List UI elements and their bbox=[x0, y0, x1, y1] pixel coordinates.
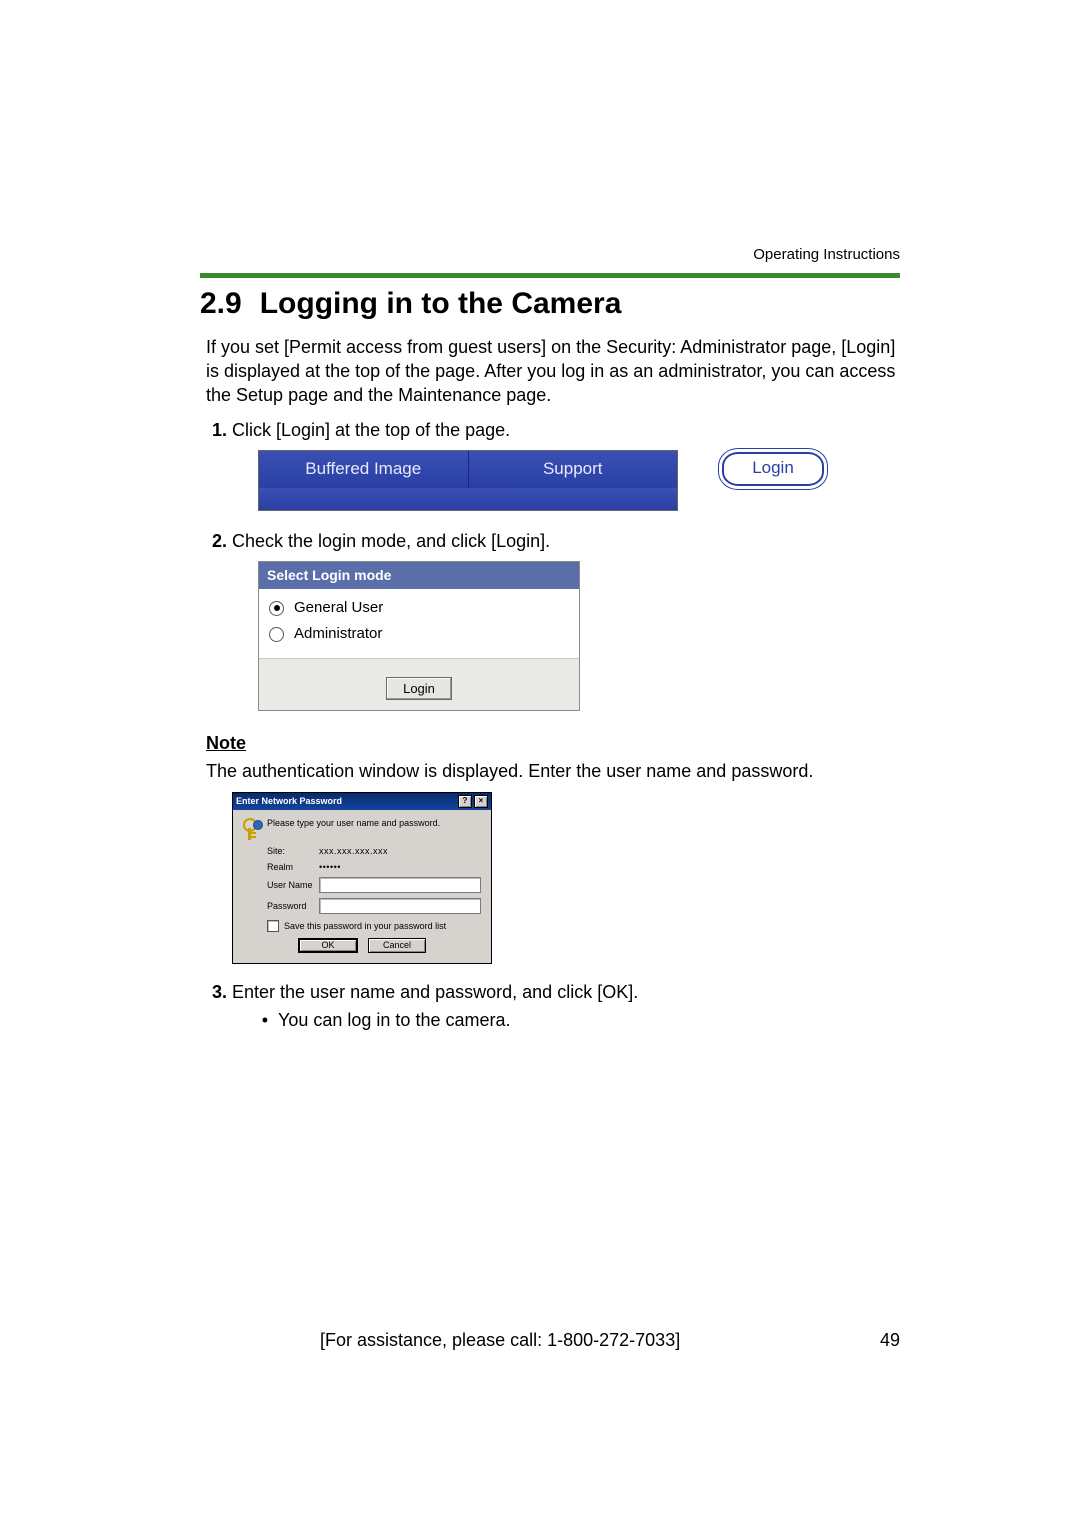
footer-assistance: [For assistance, please call: 1-800-272-… bbox=[320, 1328, 680, 1352]
section-number: 2.9 bbox=[200, 287, 242, 320]
radio-general-user-label: General User bbox=[294, 598, 383, 618]
figure-top-tabs: Buffered Image Support Login bbox=[258, 450, 900, 511]
step-2: Check the login mode, and click [Login].… bbox=[232, 529, 900, 711]
username-label: User Name bbox=[267, 880, 319, 891]
topbar-strip bbox=[259, 488, 677, 510]
login-mode-header: Select Login mode bbox=[259, 562, 579, 589]
section-heading: 2.9 Logging in to the Camera bbox=[200, 284, 900, 325]
key-icon bbox=[243, 818, 261, 840]
camera-topbar: Buffered Image Support bbox=[258, 450, 678, 511]
note-heading: Note bbox=[206, 731, 900, 755]
figure-auth-dialog: Enter Network Password ? × Please type y… bbox=[232, 792, 492, 964]
section-title-text: Logging in to the Camera bbox=[260, 287, 622, 320]
header-rule bbox=[200, 273, 900, 278]
username-field[interactable] bbox=[319, 877, 481, 893]
radio-administrator[interactable] bbox=[269, 627, 284, 642]
figure-login-mode: Select Login mode General User Administr… bbox=[258, 561, 900, 711]
step-1-text: Click [Login] at the top of the page. bbox=[232, 420, 510, 440]
realm-value: •••••• bbox=[319, 862, 481, 873]
tab-support[interactable]: Support bbox=[469, 451, 678, 488]
step-3: Enter the user name and password, and cl… bbox=[232, 980, 900, 1033]
step-1: Click [Login] at the top of the page. Bu… bbox=[232, 418, 900, 511]
save-password-checkbox[interactable] bbox=[267, 920, 279, 932]
running-header: Operating Instructions bbox=[200, 245, 900, 265]
site-value: xxx.xxx.xxx.xxx bbox=[319, 846, 481, 857]
login-mode-login-button[interactable]: Login bbox=[386, 677, 452, 701]
password-label: Password bbox=[267, 901, 319, 912]
ok-button[interactable]: OK bbox=[298, 938, 358, 953]
radio-general-user[interactable] bbox=[269, 601, 284, 616]
tab-buffered-image[interactable]: Buffered Image bbox=[259, 451, 469, 488]
help-icon[interactable]: ? bbox=[458, 795, 472, 808]
step-2-text: Check the login mode, and click [Login]. bbox=[232, 531, 550, 551]
radio-administrator-label: Administrator bbox=[294, 624, 382, 644]
password-field[interactable] bbox=[319, 898, 481, 914]
save-password-label: Save this password in your password list bbox=[284, 921, 446, 932]
step-3-text: Enter the user name and password, and cl… bbox=[232, 982, 638, 1002]
realm-label: Realm bbox=[267, 862, 319, 873]
auth-dialog-title: Enter Network Password bbox=[236, 796, 342, 807]
intro-paragraph: If you set [Permit access from guest use… bbox=[206, 335, 900, 408]
cancel-button[interactable]: Cancel bbox=[368, 938, 426, 953]
site-label: Site: bbox=[267, 846, 319, 857]
note-text: The authentication window is displayed. … bbox=[206, 759, 900, 783]
page-number: 49 bbox=[880, 1328, 900, 1352]
close-icon[interactable]: × bbox=[474, 795, 488, 808]
auth-prompt: Please type your user name and password. bbox=[267, 818, 440, 829]
login-link-button[interactable]: Login bbox=[722, 452, 824, 486]
step-3-sub-1: You can log in to the camera. bbox=[278, 1008, 900, 1032]
